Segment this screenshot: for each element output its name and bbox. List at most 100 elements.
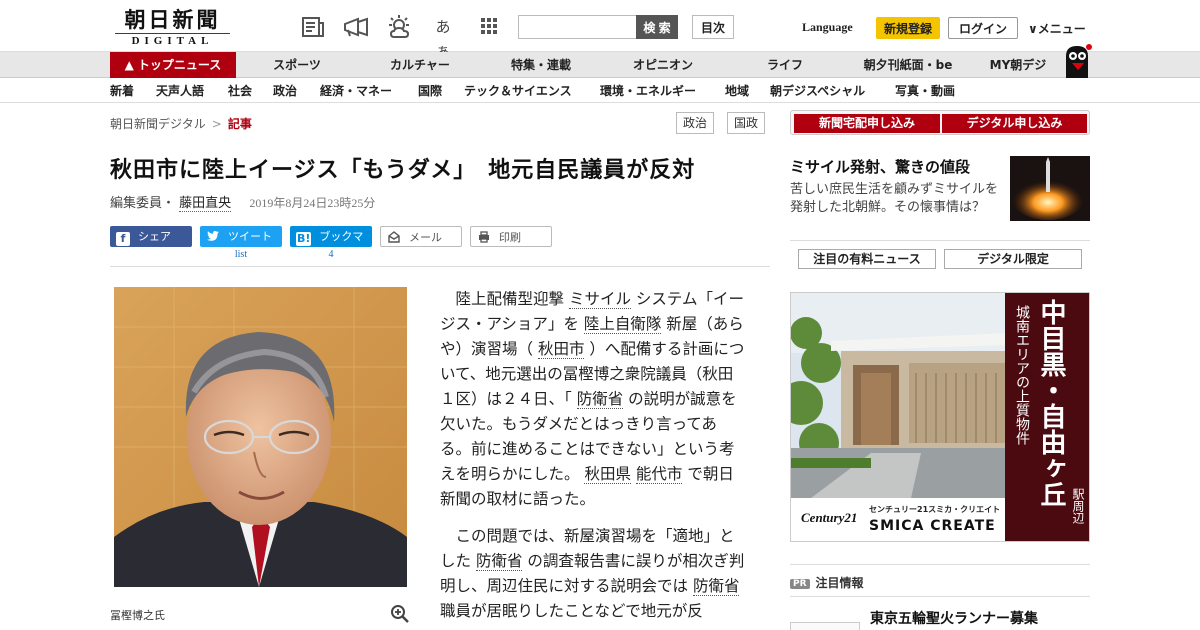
article-headline: 秋田市に陸上イージス「もうダメ」 地元自民議員が反対 <box>110 158 696 183</box>
nav-top-news[interactable]: ▲ トップニュース <box>110 52 236 78</box>
century21-logo: Century21 <box>801 510 858 525</box>
digital-subscribe-button[interactable]: デジタル申し込み <box>942 114 1087 133</box>
ad-brand-bar: Century21 センチュリー21スミカ・クリエイト SMICA CREATE <box>791 498 1007 541</box>
nav-features[interactable]: 特集・連載 <box>503 52 579 78</box>
mail-icon <box>387 231 401 245</box>
subnav-environment[interactable]: 環境・エネルギー <box>600 79 696 103</box>
menu-button[interactable]: ∨メニュー <box>1028 20 1086 37</box>
advertisement[interactable]: Century21 センチュリー21スミカ・クリエイト SMICA CREATE… <box>790 292 1090 542</box>
keyword-link[interactable]: 秋田県 <box>584 465 631 484</box>
newspaper-delivery-button[interactable]: 新聞宅配申し込み <box>794 114 940 133</box>
keyword-link[interactable]: ミサイル <box>568 290 631 309</box>
byline: 編集委員・ 藤田直央 2019年8月24日23時25分 <box>110 192 376 212</box>
publish-date: 2019年8月24日23時25分 <box>249 196 376 210</box>
main-nav: ▲ トップニュース スポーツ カルチャー 特集・連載 オピニオン ライフ 朝夕刊紙… <box>0 52 1200 78</box>
breadcrumb-current: 記事 <box>227 117 252 131</box>
mascot-icon[interactable] <box>1058 44 1094 78</box>
logo-sub-text: DIGITAL <box>115 33 230 47</box>
subnav-special[interactable]: 朝デジスペシャル <box>770 79 865 103</box>
missile-launch-image[interactable] <box>1010 156 1090 221</box>
paid-news-tab[interactable]: 注目の有料ニュース <box>798 249 936 269</box>
mail-share-button[interactable]: メール <box>380 226 462 247</box>
keyword-link[interactable]: 陸上自衛隊 <box>583 315 662 334</box>
subnav-international[interactable]: 国際 <box>418 79 442 103</box>
nav-paper[interactable]: 朝夕刊紙面・be <box>856 52 960 78</box>
nav-my-asadigi[interactable]: MY朝デジ <box>984 52 1052 78</box>
asahi-logo[interactable]: 朝日新聞 DIGITAL <box>115 8 230 48</box>
subnav-economy[interactable]: 経済・マネー <box>320 79 392 103</box>
nav-sports[interactable]: スポーツ <box>266 52 328 78</box>
keyword-link[interactable]: 防衛省 <box>576 390 624 409</box>
site-header: 朝日新聞 DIGITAL あぁ 検 索 目次 Language 新規登録 ログイ… <box>0 0 1200 60</box>
nav-life[interactable]: ライフ <box>760 52 810 78</box>
subscription-box: 新聞宅配申し込み デジタル申し込み <box>790 110 1090 135</box>
tag-national-politics[interactable]: 国政 <box>727 112 766 134</box>
pr-item-title[interactable]: 東京五輪聖火ランナー募集 <box>870 608 1038 628</box>
digital-only-tab[interactable]: デジタル限定 <box>944 249 1082 269</box>
article-photo[interactable] <box>114 287 407 587</box>
toc-button[interactable]: 目次 <box>692 15 734 39</box>
twitter-list-link[interactable]: list <box>200 249 282 260</box>
search-input[interactable] <box>518 15 638 39</box>
menu-label: メニュー <box>1037 22 1086 36</box>
article-paragraph: 陸上配備型迎撃 ミサイル システム「イージス・アショア」を 陸上自衛隊 新屋（あ… <box>440 290 745 508</box>
breadcrumb-separator: > <box>211 117 222 131</box>
keyword-link[interactable]: 秋田市 <box>537 340 585 359</box>
language-link[interactable]: Language <box>802 20 853 35</box>
pr-heading: PR 注目情報 <box>790 574 864 591</box>
megaphone-icon[interactable] <box>342 15 368 39</box>
hatena-bookmark-button[interactable]: B! ブックマーク <box>290 226 372 264</box>
byline-role: 編集委員・ <box>110 196 176 211</box>
sidebar-divider <box>790 564 1090 565</box>
print-button[interactable]: 印刷 <box>470 226 552 247</box>
author-link[interactable]: 藤田直央 <box>179 196 232 212</box>
pr-item-thumbnail[interactable] <box>790 622 860 630</box>
sub-nav: 新着 天声人語 社会 政治 経済・マネー 国際 テック＆サイエンス 環境・エネル… <box>0 79 1200 103</box>
register-button[interactable]: 新規登録 <box>876 17 940 39</box>
article-divider <box>110 266 770 267</box>
grid-icon[interactable] <box>476 15 502 39</box>
photo-caption: 冨樫博之氏 <box>110 609 165 622</box>
keyword-link[interactable]: 能代市 <box>635 465 683 484</box>
ad-brand-jp: センチュリー21スミカ・クリエイト <box>869 505 1001 514</box>
article-paragraph: この問題では、新屋演習場を「適地」とした 防衛省 の調査報告書に誤りが相次ぎ判明… <box>440 527 745 620</box>
keyword-link[interactable]: 防衛省 <box>475 552 523 571</box>
breadcrumb: 朝日新聞デジタル > 記事 <box>110 115 252 132</box>
breadcrumb-home[interactable]: 朝日新聞デジタル <box>110 117 206 131</box>
subnav-region[interactable]: 地域 <box>725 79 749 103</box>
ad-brand-en: SMICA CREATE <box>869 518 996 534</box>
print-icon <box>477 231 491 245</box>
sidebar-divider <box>790 240 1090 241</box>
newspaper-icon[interactable] <box>300 15 326 39</box>
tag-politics[interactable]: 政治 <box>676 112 715 134</box>
weather-icon[interactable] <box>386 15 412 39</box>
pr-badge: PR <box>790 579 810 589</box>
subnav-latest[interactable]: 新着 <box>110 79 134 103</box>
article-body: 陸上配備型迎撃 ミサイル システム「イージス・アショア」を 陸上自衛隊 新屋（あ… <box>440 287 745 630</box>
twitter-icon <box>206 230 220 244</box>
subnav-tenseijingo[interactable]: 天声人語 <box>156 79 204 103</box>
search-button[interactable]: 検 索 <box>636 15 678 39</box>
logo-main-text: 朝日新聞 <box>124 7 221 32</box>
facebook-icon: f <box>116 232 130 246</box>
subnav-photo-video[interactable]: 写真・動画 <box>895 79 955 103</box>
nav-culture[interactable]: カルチャー <box>384 52 456 78</box>
subnav-politics[interactable]: 政治 <box>273 79 297 103</box>
ad-main-copy: 中目黒・自由ヶ丘 <box>1036 299 1066 507</box>
keyword-link[interactable]: 防衛省 <box>692 577 740 596</box>
font-size-icon[interactable]: あぁ <box>430 15 456 60</box>
subnav-society[interactable]: 社会 <box>228 79 252 103</box>
ad-catch: 城南エリアの上質物件 <box>1014 305 1030 445</box>
chevron-down-icon: ∨ <box>1028 22 1038 36</box>
hatena-count[interactable]: 4 <box>290 249 372 260</box>
login-button[interactable]: ログイン <box>948 17 1018 39</box>
nav-opinion[interactable]: オピニオン <box>626 52 700 78</box>
subnav-tech-science[interactable]: テック＆サイエンス <box>464 79 572 103</box>
hatena-icon: B! <box>296 232 312 246</box>
special-feature-title[interactable]: ミサイル発射、驚きの値段 <box>790 156 970 177</box>
facebook-share-button[interactable]: f シェア <box>110 226 192 247</box>
zoom-icon[interactable] <box>390 604 410 624</box>
ad-sub-copy: 駅周辺 <box>1071 488 1085 524</box>
twitter-share-button[interactable]: ツイート <box>200 226 282 247</box>
ad-vertical-panel: 城南エリアの上質物件 中目黒・自由ヶ丘 駅周辺 <box>1005 293 1089 541</box>
